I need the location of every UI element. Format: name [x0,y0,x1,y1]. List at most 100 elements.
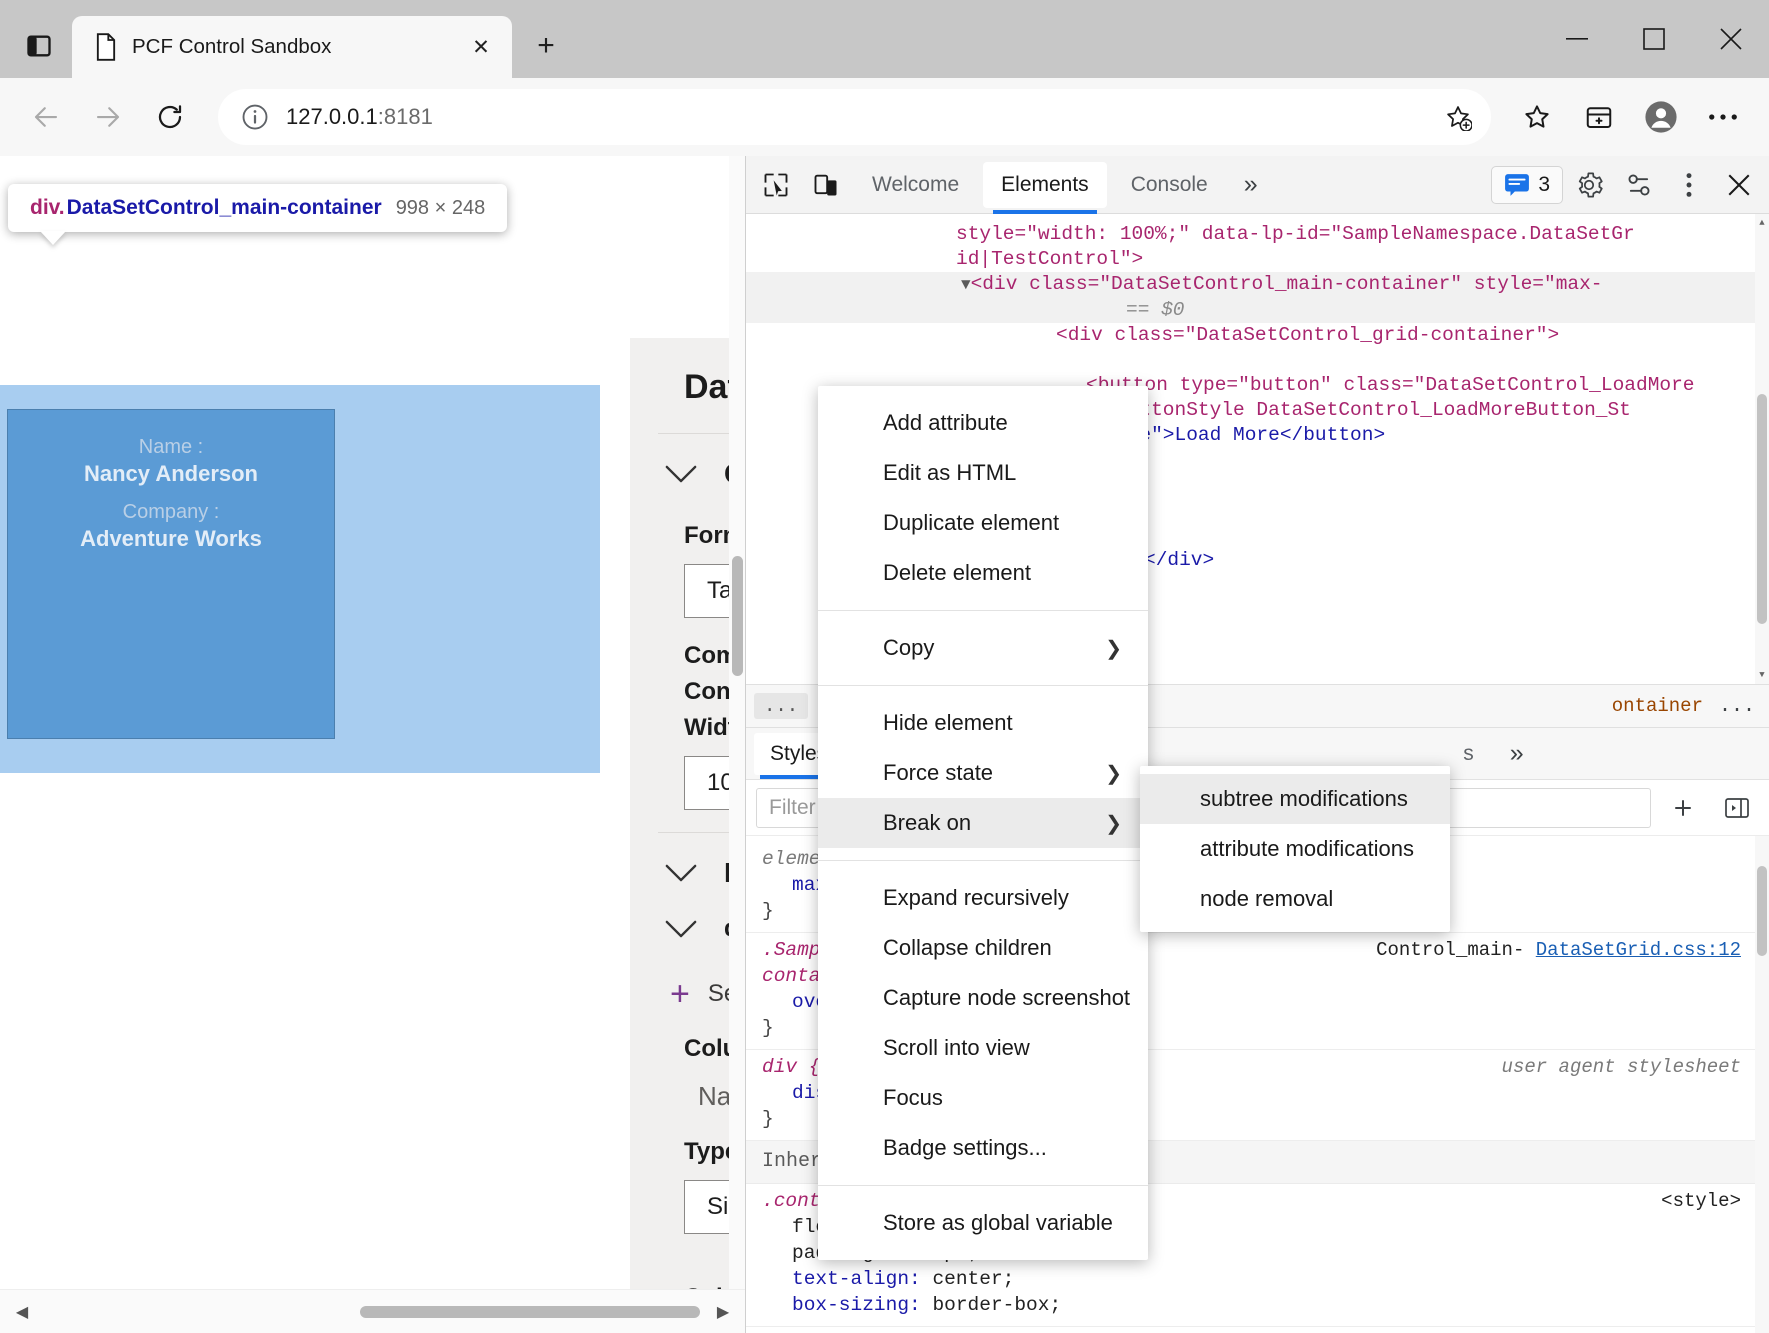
chevron-down-icon [664,919,698,939]
menu-item-copy[interactable]: Copy❯ [818,623,1148,673]
menu-item-edit-as-html[interactable]: Edit as HTML [818,448,1148,498]
menu-item-break-on[interactable]: Break on❯ [818,798,1148,848]
control-pane: Data C Form F Table Compo Contai Width 1… [630,338,745,1289]
dom-line[interactable]: id|TestControl"> [746,247,1769,272]
menu-item-badge-settings[interactable]: Badge settings... [818,1123,1148,1173]
menu-item-label: Copy [883,635,934,661]
menu-item-collapse-children[interactable]: Collapse children [818,923,1148,973]
scroll-down-icon[interactable]: ▼ [1755,666,1769,684]
record-card: Name : Nancy Anderson Company : Adventur… [7,409,335,739]
maximize-icon[interactable] [1615,0,1692,78]
menu-item-attribute-modifications[interactable]: attribute modifications [1140,824,1450,874]
back-arrow-icon[interactable] [18,89,74,145]
more-options-icon[interactable] [1695,89,1751,145]
menu-item-hide-element[interactable]: Hide element [818,698,1148,748]
chevron-double-right-icon[interactable]: » [1230,170,1272,199]
plus-icon[interactable] [1661,788,1705,828]
info-circle-icon[interactable] [240,102,270,132]
profile-avatar-icon[interactable] [1633,89,1689,145]
menu-item-expand-recursively[interactable]: Expand recursively [818,873,1148,923]
menu-item-add-attribute[interactable]: Add attribute [818,398,1148,448]
tooltip-class: DataSetControl_main-container [67,196,382,220]
add-favorite-star-icon[interactable] [1435,94,1481,140]
css-source: Control_main- DataSetGrid.css:12 [1376,937,1741,963]
url-text: 127.0.0.1:8181 [286,104,1419,130]
dom-selected-marker: == $0 [1126,299,1185,321]
inspect-element-icon[interactable] [752,162,800,208]
close-icon[interactable]: ✕ [464,30,498,64]
expand-triangle-icon[interactable]: ▼ [961,276,971,294]
gear-icon[interactable] [1565,162,1613,208]
menu-item-focus[interactable]: Focus [818,1073,1148,1123]
breadcrumb-item[interactable]: ontainer [1612,695,1703,717]
context-menu[interactable]: Add attribute Edit as HTML Duplicate ele… [818,386,1148,1260]
css-source-text: Control_main- [1376,939,1524,961]
chevron-double-right-icon[interactable]: » [1494,733,1540,775]
dom-line-selected[interactable]: ▼<div class="DataSetControl_main-contain… [746,272,1769,298]
close-icon[interactable] [1692,0,1769,78]
dom-line[interactable]: style="width: 100%;" data-lp-id="SampleN… [746,222,1769,247]
tab-list-icon[interactable] [10,20,68,72]
favorites-star-icon[interactable] [1509,89,1565,145]
css-declaration[interactable]: box-sizing: border-box; [762,1292,1739,1318]
devtools-toolbar: Welcome Elements Console » 3 [746,156,1769,214]
window-controls [1538,0,1769,78]
forward-arrow-icon[interactable] [80,89,136,145]
name-value: Nancy Anderson [8,461,334,487]
scrollbar-thumb[interactable] [1757,394,1767,624]
menu-item-force-state[interactable]: Force state❯ [818,748,1148,798]
minimize-icon[interactable] [1538,0,1615,78]
address-bar[interactable]: 127.0.0.1:8181 [218,89,1491,145]
menu-item-store-as-global-variable[interactable]: Store as global variable [818,1198,1148,1248]
more-options-icon[interactable]: ... [1713,695,1761,718]
plus-icon: + [670,977,690,1011]
issues-badge[interactable]: 3 [1491,166,1563,204]
browser-titlebar: PCF Control Sandbox ✕ + [0,0,1769,78]
browser-tab[interactable]: PCF Control Sandbox ✕ [72,16,512,78]
dom-blank [746,348,1769,373]
scrollbar-thumb[interactable] [1757,866,1767,956]
browser-window: PCF Control Sandbox ✕ + [0,0,1769,1333]
collections-icon[interactable] [1571,89,1627,145]
new-tab-button[interactable]: + [524,24,568,68]
dom-line[interactable]: == $0 [746,298,1769,323]
name-label: Name : [8,436,334,459]
menu-item-subtree-modifications[interactable]: subtree modifications [1140,774,1450,824]
customize-icon[interactable] [1615,162,1663,208]
css-prop: box-sizing: [792,1294,921,1316]
company-label: Company : [8,501,334,524]
menu-item-delete-element[interactable]: Delete element [818,548,1148,598]
scrollbar-thumb[interactable] [360,1306,700,1318]
css-source-link[interactable]: DataSetGrid.css:12 [1536,939,1741,961]
css-value[interactable]: center; [932,1268,1014,1290]
breadcrumb-overflow[interactable]: ... [754,693,808,719]
context-submenu-break-on[interactable]: subtree modifications attribute modifica… [1140,766,1450,932]
css-declaration[interactable]: text-align: center; [762,1266,1739,1292]
menu-item-scroll-into-view[interactable]: Scroll into view [818,1023,1148,1073]
dom-line[interactable]: <div class="DataSetControl_grid-containe… [746,323,1769,348]
toggle-sidebar-icon[interactable] [1715,788,1759,828]
device-toolbar-icon[interactable] [802,162,850,208]
close-icon[interactable] [1715,162,1763,208]
page-horizontal-scrollbar[interactable]: ◀ ▶ [0,1289,745,1333]
page-vertical-scrollbar[interactable] [729,156,745,1289]
scroll-left-icon[interactable]: ◀ [0,1290,44,1333]
css-value[interactable]: border-box; [932,1294,1061,1316]
scrollbar-thumb[interactable] [732,556,743,676]
menu-item-capture-node-screenshot[interactable]: Capture node screenshot [818,973,1148,1023]
dom-line-text: <div class="DataSetControl_main-containe… [971,273,1603,295]
inspector-tooltip: div.DataSetControl_main-container 998 × … [8,184,507,232]
reload-icon[interactable] [142,89,198,145]
tab-elements[interactable]: Elements [983,162,1107,208]
tab-console[interactable]: Console [1113,162,1226,208]
menu-item-duplicate-element[interactable]: Duplicate element [818,498,1148,548]
more-options-icon[interactable] [1665,162,1713,208]
styles-scrollbar[interactable] [1755,836,1769,1333]
css-source: user agent stylesheet [1502,1054,1741,1080]
dom-scrollbar[interactable]: ▲ ▼ [1755,214,1769,684]
menu-item-node-removal[interactable]: node removal [1140,874,1450,924]
scroll-right-icon[interactable]: ▶ [701,1290,745,1333]
tab-computed[interactable]: s [1447,733,1490,775]
tab-welcome[interactable]: Welcome [854,162,977,208]
scroll-up-icon[interactable]: ▲ [1755,214,1769,232]
